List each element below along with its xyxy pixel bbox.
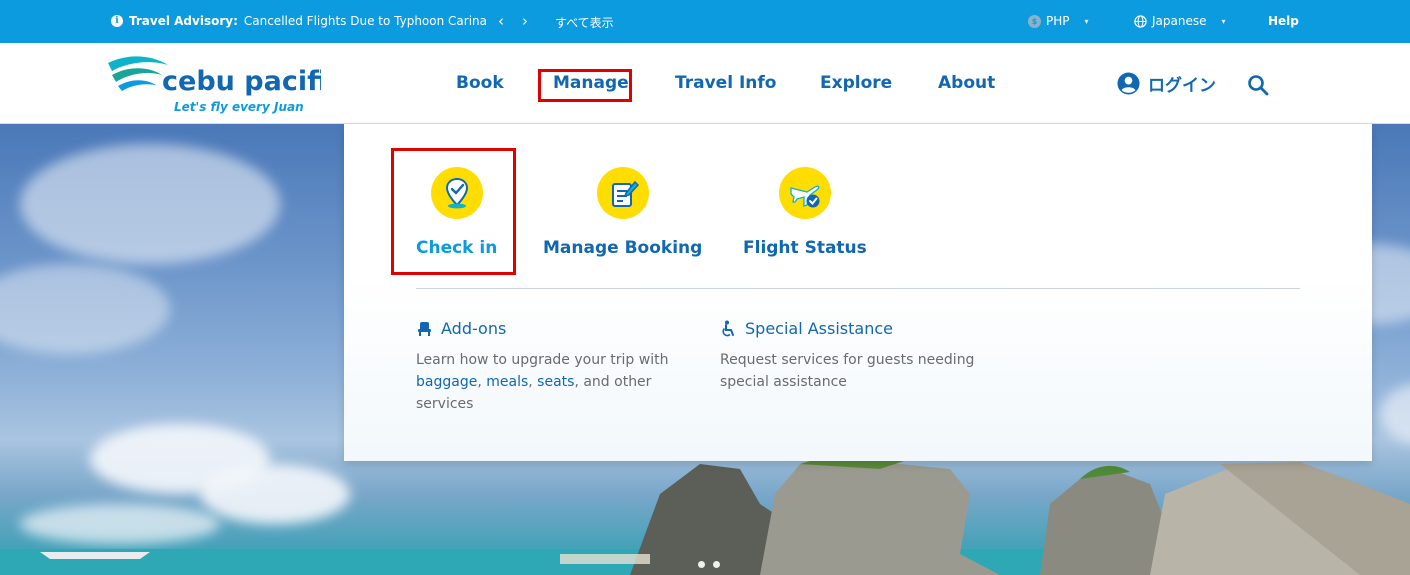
manage-booking-option[interactable]: Manage Booking [543, 167, 702, 258]
manage-highlight-box [538, 69, 632, 102]
check-in-location-icon [430, 167, 483, 219]
dropdown-divider [416, 288, 1300, 289]
flight-status-plane-icon [778, 167, 831, 219]
logo-wordmark: cebu pacific [162, 66, 321, 97]
addons-section: Add-ons Learn how to upgrade your trip w… [416, 319, 686, 415]
user-account-icon [1117, 72, 1140, 95]
logo-tagline: Let's fly every Juan [174, 100, 304, 114]
seats-link[interactable]: seats [537, 374, 574, 390]
addons-title: Add-ons [441, 319, 507, 338]
language-selector[interactable]: Japanese ▾ [1134, 14, 1226, 28]
manage-booking-document-icon [596, 167, 649, 219]
show-all-link[interactable]: すべて表示 [555, 14, 614, 31]
carousel-dots [698, 561, 720, 568]
chevron-left-icon[interactable]: ‹ [498, 12, 504, 30]
info-icon: i [111, 15, 123, 27]
addons-description: Learn how to upgrade your trip with bagg… [416, 352, 669, 412]
meals-link[interactable]: meals [486, 374, 528, 390]
special-assistance-section: Special Assistance Request services for … [720, 319, 990, 393]
travel-advisory[interactable]: i Travel Advisory: Cancelled Flights Due… [111, 14, 487, 28]
currency-selector[interactable]: $ PHP ▾ [1028, 14, 1089, 28]
carousel-dot[interactable] [698, 561, 705, 568]
nav-about[interactable]: About [938, 73, 995, 93]
currency-icon: $ [1028, 14, 1041, 28]
nav-explore[interactable]: Explore [820, 73, 892, 93]
advisory-bar: i Travel Advisory: Cancelled Flights Due… [0, 0, 1410, 43]
login-label: ログイン [1148, 76, 1216, 96]
chevron-down-icon: ▾ [1084, 16, 1089, 26]
carousel-dot[interactable] [713, 561, 720, 568]
main-header: cebu pacific Let's fly every Juan Book M… [0, 43, 1410, 124]
special-assistance-link[interactable]: Special Assistance [720, 319, 990, 338]
search-icon[interactable] [1247, 74, 1269, 96]
login-button[interactable]: ログイン [1117, 71, 1216, 96]
special-assistance-description: Request services for guests needing spec… [720, 352, 975, 390]
help-link[interactable]: Help [1268, 14, 1299, 28]
currency-value: PHP [1046, 14, 1070, 28]
advisory-text[interactable]: Cancelled Flights Due to Typhoon Carina [244, 14, 487, 28]
flight-status-option[interactable]: Flight Status [743, 167, 867, 258]
check-in-label: Check in [416, 238, 498, 258]
wheelchair-icon [722, 320, 734, 337]
nav-book[interactable]: Book [456, 73, 504, 93]
check-in-option[interactable]: Check in [416, 167, 497, 258]
globe-icon [1134, 14, 1147, 28]
seat-icon [418, 322, 431, 336]
manage-dropdown-menu: Check in Manage Booking Flight Status Ad… [344, 124, 1372, 461]
addons-link[interactable]: Add-ons [416, 319, 686, 338]
cebu-pacific-logo[interactable]: cebu pacific Let's fly every Juan [106, 51, 321, 117]
chevron-down-icon: ▾ [1221, 16, 1226, 26]
manage-booking-label: Manage Booking [543, 238, 703, 258]
flight-status-label: Flight Status [743, 238, 867, 258]
language-value: Japanese [1152, 14, 1207, 28]
advisory-label: Travel Advisory: [129, 14, 238, 28]
special-assistance-title: Special Assistance [745, 319, 893, 338]
nav-travel-info[interactable]: Travel Info [675, 73, 776, 93]
advisory-navigation: ‹ › [498, 12, 528, 30]
baggage-link[interactable]: baggage [416, 374, 477, 390]
chevron-right-icon[interactable]: › [522, 12, 528, 30]
